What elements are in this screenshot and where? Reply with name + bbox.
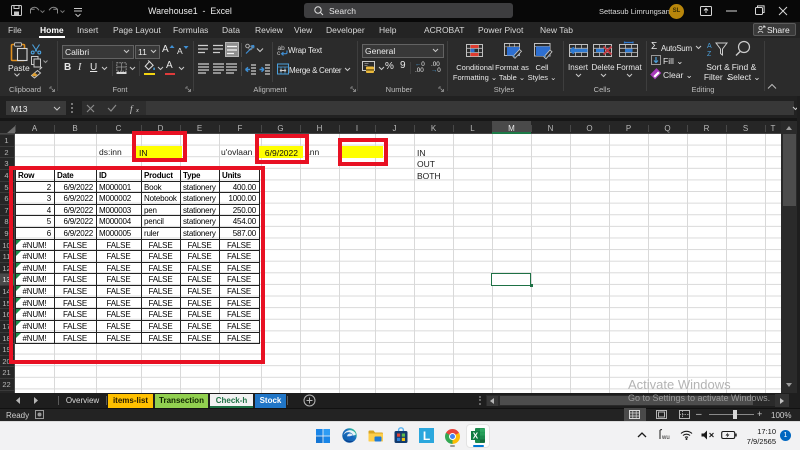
svg-text:f: f bbox=[130, 104, 134, 114]
svg-text:A: A bbox=[707, 43, 712, 50]
svg-text:x: x bbox=[135, 107, 139, 114]
svg-text:wu: wu bbox=[661, 435, 670, 441]
svg-text:Z: Z bbox=[707, 51, 712, 58]
svg-text:X: X bbox=[473, 432, 479, 441]
